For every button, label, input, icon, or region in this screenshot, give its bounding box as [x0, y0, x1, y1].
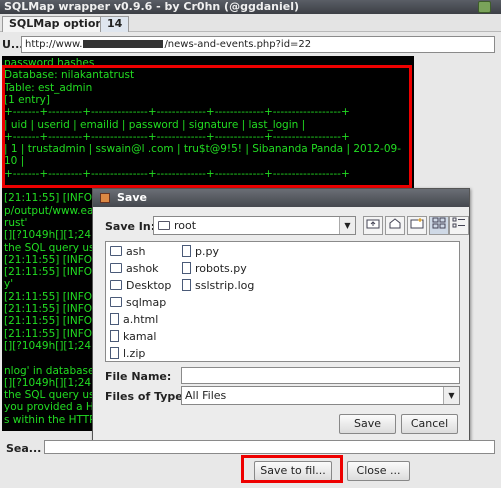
files-of-type-combo[interactable]: All Files ▼: [181, 386, 460, 405]
home-icon: [389, 218, 401, 229]
file-name: p.py: [195, 245, 219, 258]
window-menu-icon[interactable]: [478, 1, 491, 13]
file-name: Desktop: [126, 279, 172, 292]
file-icon: [182, 262, 191, 274]
file-name: ashok: [126, 262, 159, 275]
window-title: SQLMap wrapper v0.9.6 - by Cr0hn (@ggdan…: [4, 0, 299, 13]
url-field[interactable]: http://www. /news-and-events.php?id=22: [21, 36, 495, 53]
console-line: [21:11:55] [INFO]: [4, 290, 97, 303]
file-name: kamal: [123, 330, 157, 343]
dialog-cancel-button[interactable]: Cancel: [401, 414, 458, 434]
save-in-label: Save In:: [105, 220, 156, 233]
save-in-combo[interactable]: root ▼: [153, 216, 356, 235]
console-line: rust': [4, 216, 28, 229]
url-prefix: http://www.: [25, 39, 83, 50]
console-line: +-------+---------+---------------+-----…: [4, 167, 350, 180]
console-line: [21:11:55] [INFO]: [4, 266, 97, 279]
folder-icon: [110, 280, 122, 290]
list-view-icon: [432, 217, 446, 229]
file-name: l.zip: [123, 347, 146, 360]
new-folder-icon: [410, 218, 424, 229]
console-line: nlog' in database: [4, 364, 95, 377]
tab-strip: SQLMap options 14: [0, 14, 501, 32]
console-line: [21:11:55] [INFO]: [4, 327, 97, 340]
file-list-item[interactable]: kamal: [110, 329, 156, 345]
console-line: [1 entry]: [4, 93, 50, 106]
tab-14[interactable]: 14: [100, 16, 130, 32]
folder-icon: [158, 221, 170, 230]
dialog-save-button[interactable]: Save: [339, 414, 396, 434]
search-input[interactable]: [44, 440, 495, 454]
file-list-item[interactable]: robots.py: [182, 261, 247, 277]
list-view-button[interactable]: [429, 216, 449, 235]
console-line: | uid | userid | emailid | password | si…: [4, 118, 306, 131]
console-line: the SQL query us: [4, 389, 95, 402]
folder-icon: [110, 246, 122, 256]
file-name: a.html: [123, 313, 159, 326]
details-view-button[interactable]: [449, 216, 469, 235]
file-list-item[interactable]: p.py: [182, 244, 219, 260]
console-line: 10 |: [4, 155, 25, 168]
console-line: +-------+---------+---------------+-----…: [4, 130, 350, 143]
save-in-value: root: [174, 219, 197, 232]
file-list-item[interactable]: sslstrip.log: [182, 278, 254, 294]
search-label: Sea...: [6, 442, 42, 455]
chevron-down-icon[interactable]: ▼: [339, 217, 355, 234]
file-icon: [110, 330, 119, 342]
close-button[interactable]: Close ...: [347, 461, 410, 481]
details-view-icon: [452, 217, 465, 228]
files-of-type-value: All Files: [185, 389, 227, 402]
file-list-item[interactable]: Desktop: [110, 278, 171, 294]
window-titlebar: SQLMap wrapper v0.9.6 - by Cr0hn (@ggdan…: [0, 0, 501, 14]
console-line: Database: nilakantatrust: [4, 69, 135, 82]
save-dialog: Save Save In: root ▼ ash ashok Desktop sqlm…: [92, 188, 470, 444]
dialog-title: Save: [117, 191, 147, 204]
highlight-box-save-button: [241, 455, 343, 483]
console-line: p/output/www.ea: [4, 204, 94, 217]
console-line: [][?1049h[][1;24r[: [4, 339, 100, 352]
folder-icon: [110, 297, 122, 307]
console-line: [21:11:55] [INFO]: [4, 315, 97, 328]
home-button[interactable]: [385, 216, 405, 235]
file-name-input[interactable]: [181, 367, 460, 384]
url-redaction: [83, 40, 164, 48]
file-icon: [182, 245, 191, 257]
file-list-item[interactable]: a.html: [110, 312, 158, 328]
chevron-down-icon[interactable]: ▼: [443, 387, 459, 404]
console-line: password hashes: [4, 57, 95, 69]
console-line: Table: est_admin: [4, 81, 93, 94]
file-name: robots.py: [195, 262, 247, 275]
console-line: s within the HTTP: [4, 413, 96, 426]
console-line: | 1 | trustadmin | sswain@l .com | tru$t…: [4, 143, 401, 156]
console-line: [][?1049h[][1;24r[: [4, 376, 100, 389]
file-list[interactable]: ash ashok Desktop sqlmap a.html kamal l.zip p.p…: [105, 241, 460, 362]
console-line: [][?1049h[][1;24r[: [4, 229, 100, 242]
console-line: [21:11:55] [INFO]: [4, 303, 97, 315]
file-list-item[interactable]: sqlmap: [110, 295, 166, 311]
console-line: [21:11:55] [INFO]: [4, 253, 97, 266]
new-folder-button[interactable]: [407, 216, 427, 235]
file-name: sslstrip.log: [195, 279, 255, 292]
console-line: you provided a HT: [4, 401, 101, 414]
file-list-item[interactable]: ash: [110, 244, 145, 260]
console-line: the SQL query us: [4, 241, 95, 254]
dialog-app-icon: [100, 193, 110, 203]
file-icon: [182, 279, 191, 291]
dialog-titlebar[interactable]: Save: [93, 189, 469, 207]
console-line: [21:11:55] [INFO]: [4, 192, 97, 205]
console-line: y': [4, 278, 14, 291]
up-folder-button[interactable]: [363, 216, 383, 235]
file-name-label: File Name:: [105, 370, 172, 383]
folder-icon: [110, 263, 122, 273]
file-icon: [110, 347, 119, 359]
files-of-type-label: Files of Type:: [105, 390, 188, 403]
file-icon: [110, 313, 119, 325]
console-line: +-------+---------+---------------+-----…: [4, 106, 350, 119]
file-name: sqlmap: [126, 296, 167, 309]
file-list-item[interactable]: l.zip: [110, 346, 145, 362]
url-suffix: /news-and-events.php?id=22: [164, 39, 312, 50]
file-list-item[interactable]: ashok: [110, 261, 159, 277]
file-name: ash: [126, 245, 146, 258]
up-folder-icon: [366, 219, 380, 229]
